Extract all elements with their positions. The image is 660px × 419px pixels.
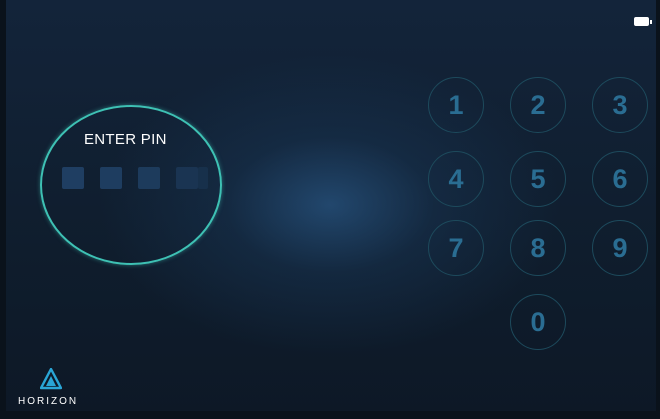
pin-digit-slot	[100, 167, 122, 189]
keypad-key-3[interactable]: 3	[592, 77, 648, 133]
keypad-key-1[interactable]: 1	[428, 77, 484, 133]
keypad-key-6[interactable]: 6	[592, 151, 648, 207]
horizon-logo-icon	[40, 368, 62, 390]
keypad-key-2[interactable]: 2	[510, 77, 566, 133]
lock-screen: ENTER PIN 1 2 3 4 5 6 7 8 9 0 HORIZON	[0, 0, 660, 419]
pin-digit-slot	[198, 167, 208, 189]
keypad-key-8[interactable]: 8	[510, 220, 566, 276]
keypad-key-4[interactable]: 4	[428, 151, 484, 207]
keypad-key-5[interactable]: 5	[510, 151, 566, 207]
keypad-key-9[interactable]: 9	[592, 220, 648, 276]
screen-bezel-right	[656, 0, 660, 419]
pin-digit-slot	[138, 167, 160, 189]
screen-bezel-bottom	[0, 411, 660, 419]
pin-title: ENTER PIN	[84, 131, 167, 148]
keypad-key-0[interactable]: 0	[510, 294, 566, 350]
brand-wordmark: HORIZON	[18, 396, 79, 407]
screen-bezel-left	[0, 0, 6, 419]
pin-digit-slot	[176, 167, 198, 189]
battery-icon	[634, 17, 652, 26]
keypad-key-7[interactable]: 7	[428, 220, 484, 276]
pin-digit-slot	[62, 167, 84, 189]
